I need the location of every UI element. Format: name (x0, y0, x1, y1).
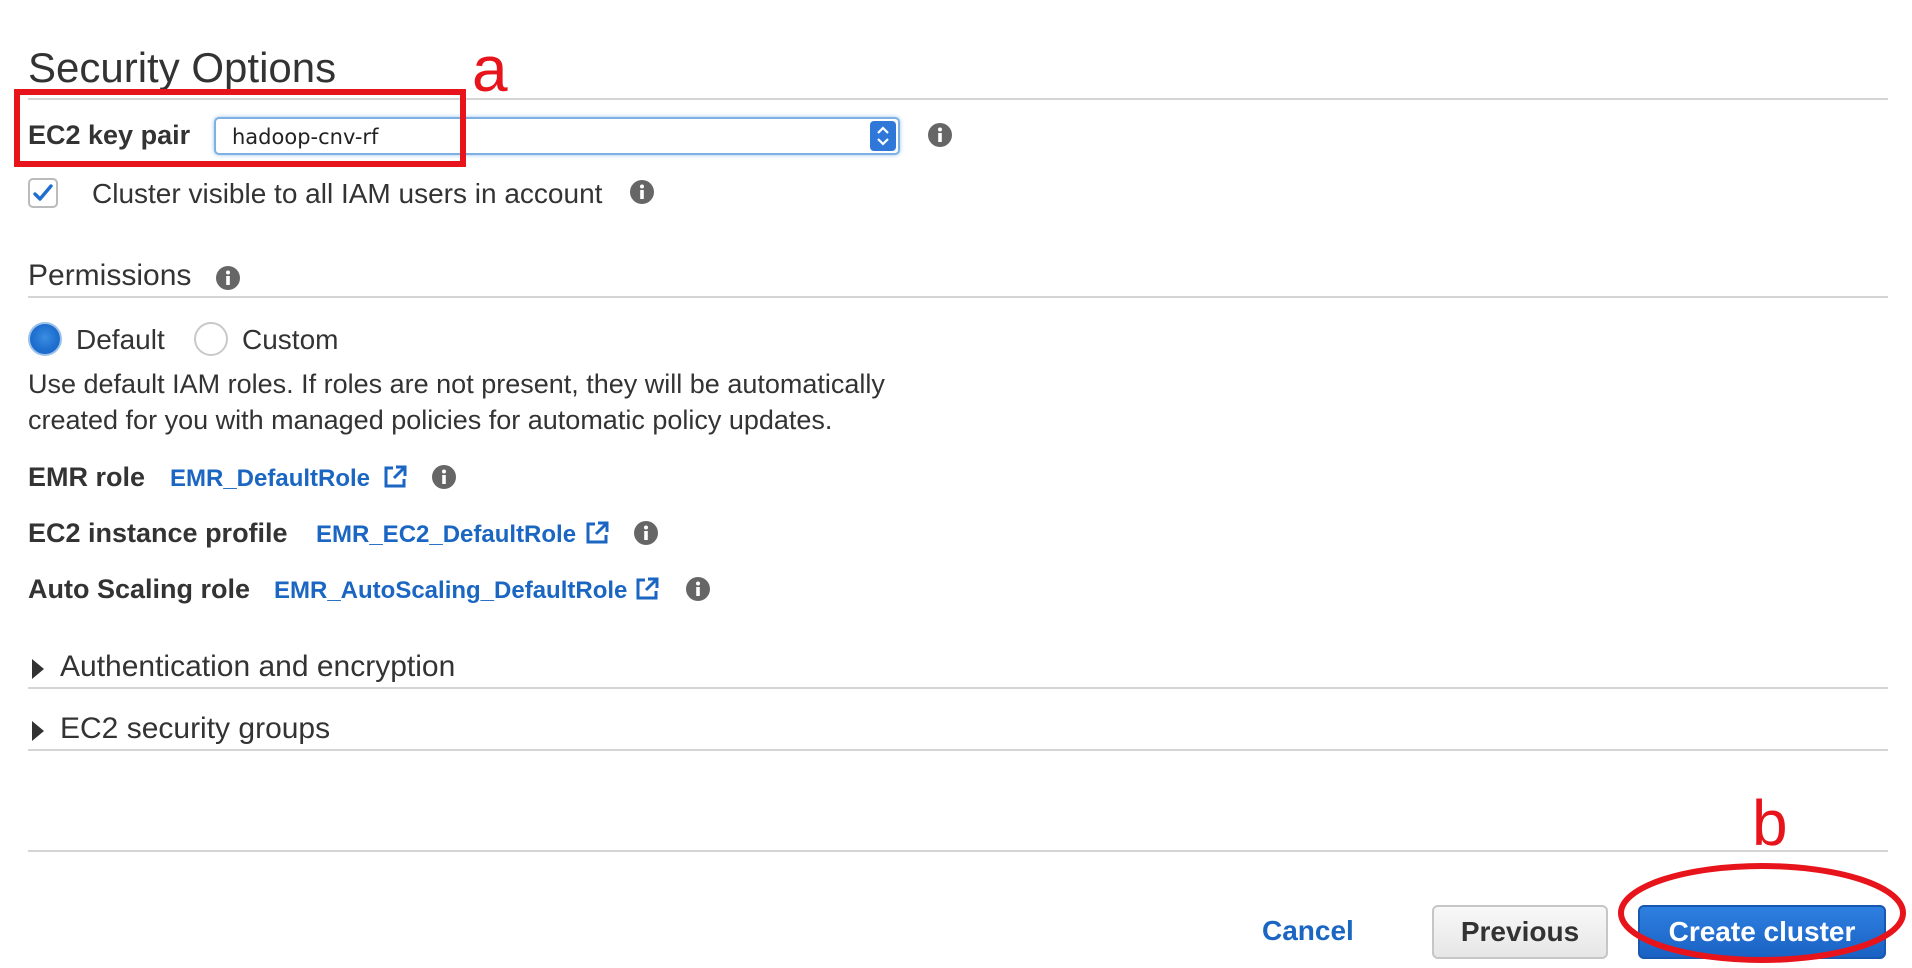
description-line-1: Use default IAM roles. If roles are not … (28, 369, 885, 399)
security-groups-divider (28, 749, 1888, 751)
permissions-info-icon[interactable] (216, 266, 240, 290)
auth-encryption-divider (28, 687, 1888, 689)
external-link-icon[interactable] (584, 520, 610, 551)
key-pair-info-icon[interactable] (928, 123, 952, 147)
checkmark-icon (33, 184, 53, 201)
annotation-box-a (14, 89, 466, 167)
radio-custom-label: Custom (242, 324, 339, 355)
expand-caret-icon[interactable] (32, 721, 44, 741)
annotation-label-a: a (472, 33, 508, 105)
cluster-visible-label: Cluster visible to all IAM users in acco… (92, 178, 603, 209)
emr-role-label: EMR role (28, 462, 146, 492)
permissions-divider (28, 296, 1888, 298)
emr-role-link[interactable]: EMR_DefaultRole (170, 465, 370, 493)
annotation-ellipse-b (1618, 863, 1906, 963)
cancel-button[interactable]: Cancel (1262, 915, 1354, 947)
section-title: Security Options (28, 44, 337, 91)
annotation-label-b: b (1752, 787, 1788, 859)
radio-default-label: Default (76, 324, 165, 355)
cluster-visible-info-icon[interactable] (630, 180, 654, 204)
radio-custom[interactable] (194, 322, 228, 356)
auth-encryption-toggle[interactable]: Authentication and encryption (60, 650, 455, 684)
ec2-instance-profile-link[interactable]: EMR_EC2_DefaultRole (316, 521, 576, 549)
emr-role-info-icon[interactable] (432, 465, 456, 489)
auto-scaling-role-info-icon[interactable] (686, 577, 710, 601)
ec2-instance-profile-info-icon[interactable] (634, 521, 658, 545)
permissions-title: Permissions (28, 259, 192, 292)
radio-default[interactable] (28, 322, 62, 356)
ec2-instance-profile-label: EC2 instance profile (28, 518, 288, 548)
auto-scaling-role-link[interactable]: EMR_AutoScaling_DefaultRole (274, 577, 627, 605)
footer-divider (28, 850, 1888, 852)
previous-button[interactable]: Previous (1432, 905, 1608, 959)
permissions-description: Use default IAM roles. If roles are not … (28, 366, 928, 438)
description-line-2: created for you with managed policies fo… (28, 405, 833, 435)
security-groups-toggle[interactable]: EC2 security groups (60, 712, 330, 746)
select-chevron-icon (870, 121, 896, 151)
external-link-icon[interactable] (634, 576, 660, 607)
auto-scaling-role-label: Auto Scaling role (28, 574, 251, 604)
expand-caret-icon[interactable] (32, 659, 44, 679)
cluster-visible-checkbox[interactable] (28, 178, 58, 208)
external-link-icon[interactable] (382, 464, 408, 495)
